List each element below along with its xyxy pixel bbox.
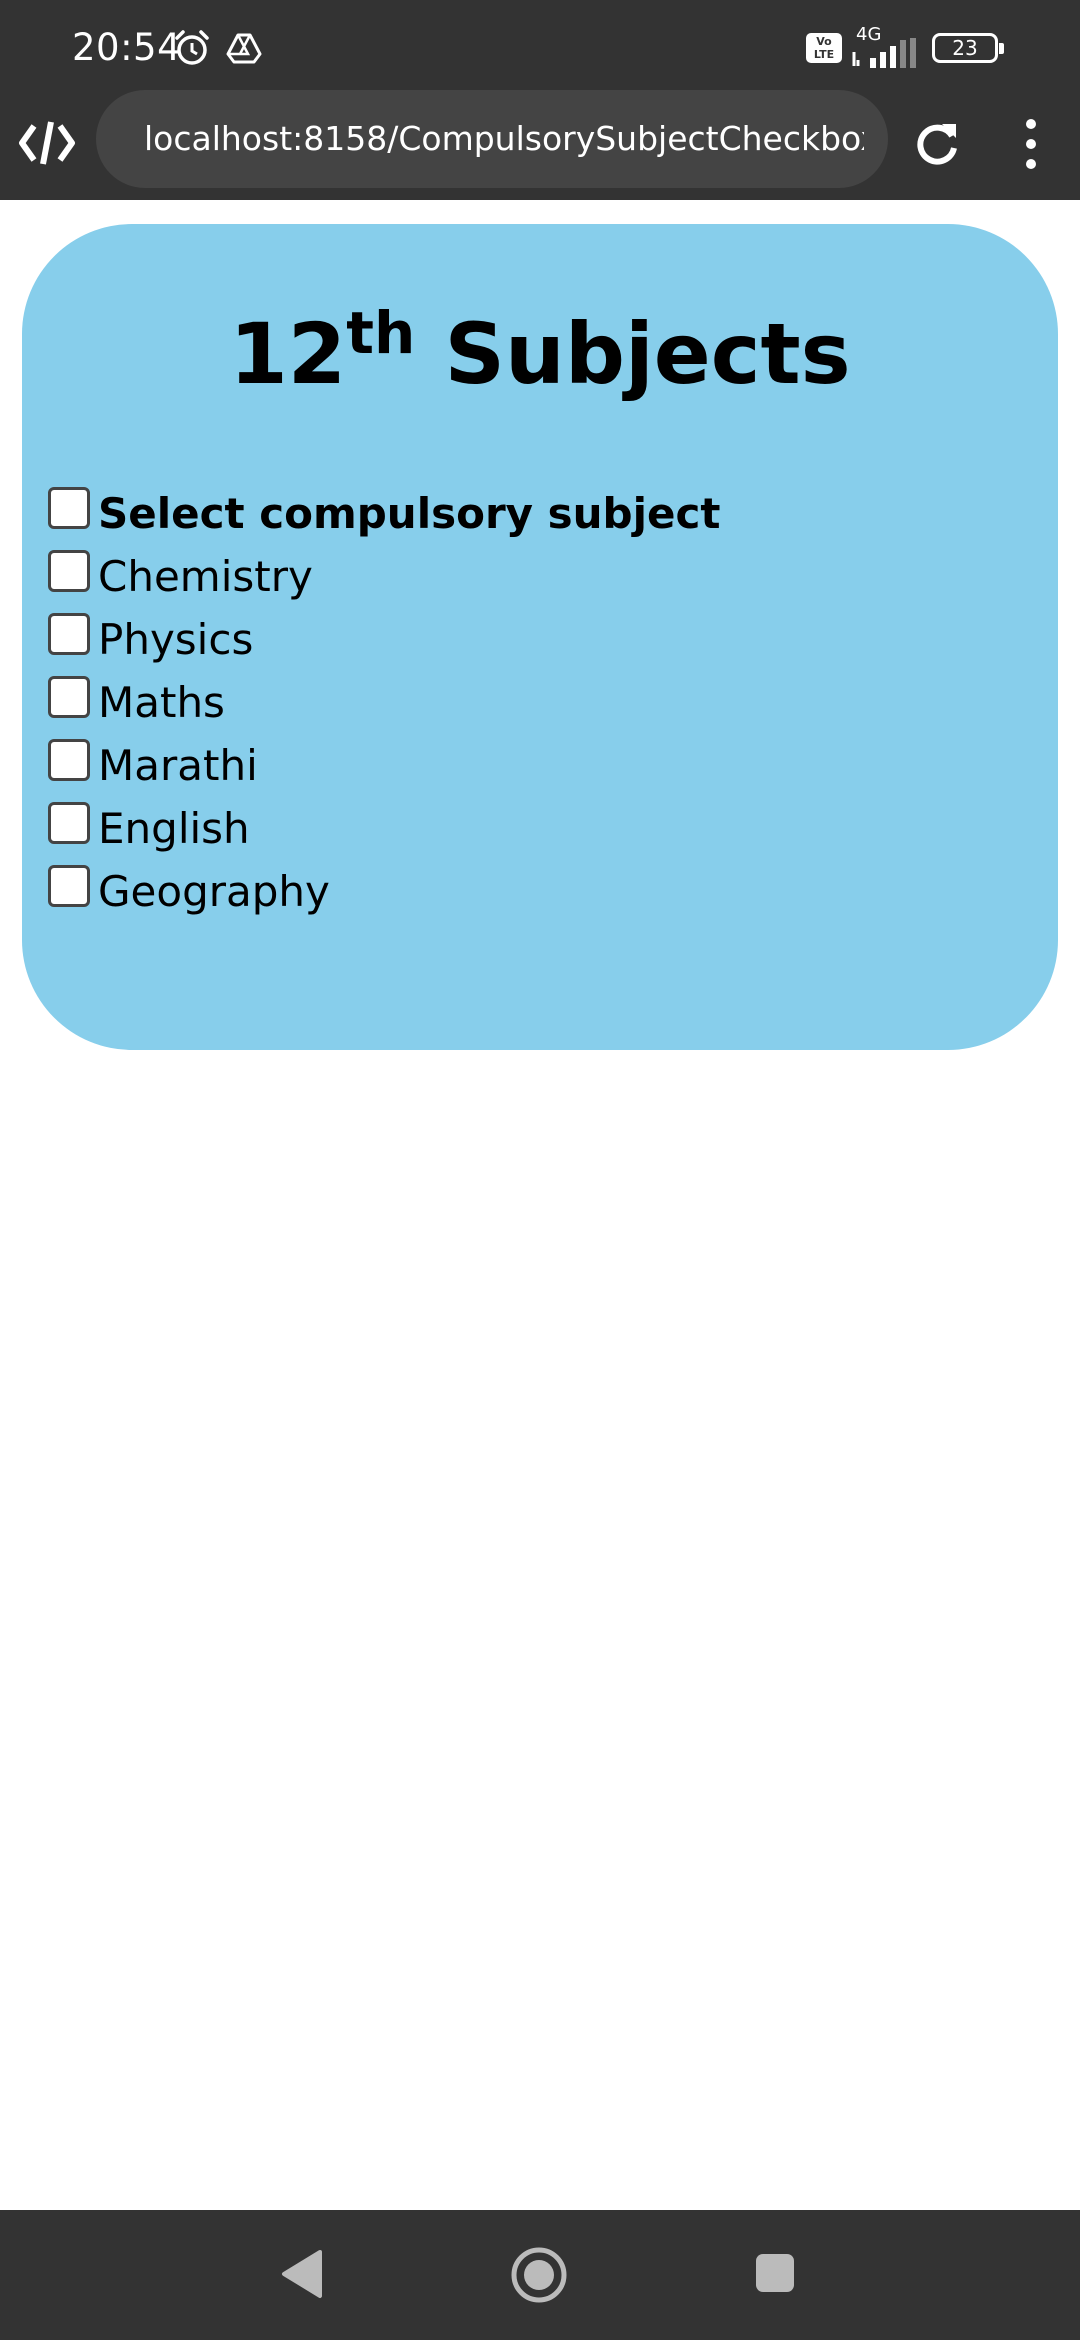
url-text[interactable]: localhost:8158/CompulsorySubjectCheckbox	[144, 116, 864, 162]
option-label: Chemistry	[98, 551, 313, 601]
home-icon[interactable]	[510, 2246, 568, 2304]
option-chemistry[interactable]: Chemistry	[48, 545, 720, 608]
checkbox[interactable]	[48, 675, 90, 718]
signal-icon	[852, 38, 916, 68]
recent-apps-icon[interactable]	[754, 2252, 796, 2294]
status-bar: 20:54 Vo LTE 4G 23	[0, 0, 1080, 90]
page-title: 12th Subjects	[22, 299, 1058, 413]
option-marathi[interactable]: Marathi	[48, 734, 720, 797]
option-english[interactable]: English	[48, 797, 720, 860]
alarm-icon	[175, 30, 209, 65]
volte-icon: Vo LTE	[806, 33, 842, 63]
title-text: Subjects	[444, 305, 851, 403]
option-maths[interactable]: Maths	[48, 671, 720, 734]
reload-icon[interactable]	[912, 118, 962, 168]
option-label: Geography	[98, 866, 330, 916]
checkbox[interactable]	[48, 612, 90, 655]
subject-options: Select compulsory subject Chemistry Phys…	[48, 482, 720, 923]
checkbox[interactable]	[48, 801, 90, 844]
option-label: Marathi	[98, 740, 258, 790]
option-geography[interactable]: Geography	[48, 860, 720, 923]
status-time: 20:54	[72, 26, 182, 69]
checkbox[interactable]	[48, 864, 90, 907]
more-menu-icon[interactable]	[1010, 116, 1052, 172]
dev-tools-icon[interactable]	[18, 118, 76, 168]
checkbox[interactable]	[48, 549, 90, 592]
battery-icon: 23	[932, 33, 1004, 63]
drive-icon	[226, 33, 262, 64]
option-physics[interactable]: Physics	[48, 608, 720, 671]
checkbox[interactable]	[48, 486, 90, 529]
option-label: Select compulsory subject	[98, 488, 721, 538]
url-bar[interactable]: localhost:8158/CompulsorySubjectCheckbox	[96, 90, 888, 188]
back-icon[interactable]	[280, 2248, 324, 2300]
browser-toolbar: localhost:8158/CompulsorySubjectCheckbox	[0, 90, 1080, 200]
option-select-compulsory[interactable]: Select compulsory subject	[48, 482, 720, 545]
option-label: English	[98, 803, 250, 853]
checkbox[interactable]	[48, 738, 90, 781]
option-label: Maths	[98, 677, 225, 727]
title-number: 12	[229, 305, 347, 403]
subjects-card: 12th Subjects Select compulsory subject …	[22, 224, 1058, 1050]
title-superscript: th	[346, 299, 416, 367]
option-label: Physics	[98, 614, 254, 664]
navigation-bar	[0, 2210, 1080, 2340]
